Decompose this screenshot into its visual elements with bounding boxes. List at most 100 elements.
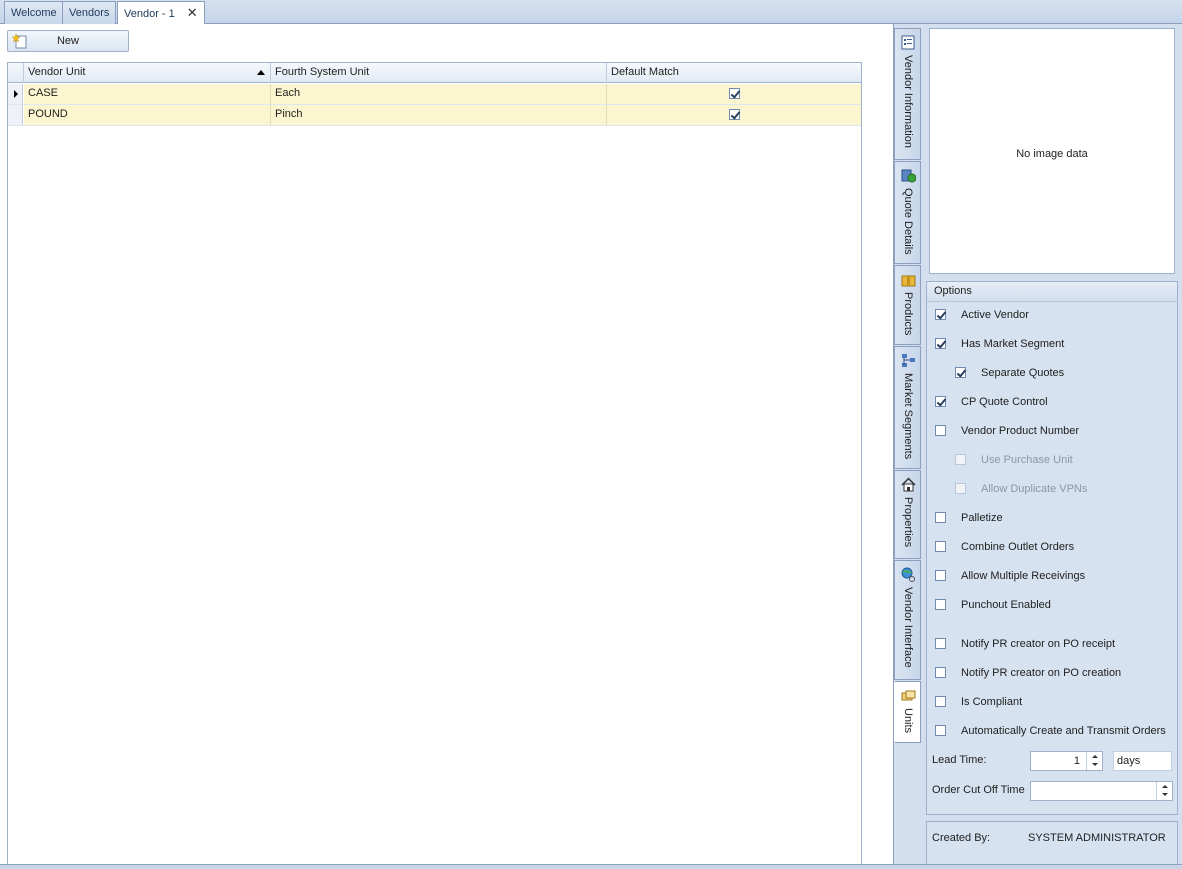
- cell-default-match[interactable]: [607, 84, 861, 104]
- punchout-enabled-checkbox[interactable]: [935, 599, 946, 610]
- option-label: Allow Multiple Receivings: [961, 570, 1086, 582]
- bottom-border: [0, 864, 1182, 869]
- lead-time-label: Lead Time:: [932, 754, 987, 766]
- box-icon: [901, 275, 916, 287]
- cell-fourth-system-unit[interactable]: Each: [271, 84, 607, 104]
- audit-group: Created By: SYSTEM ADMINISTRATOR: [926, 821, 1178, 869]
- table-row[interactable]: CASE Each: [8, 84, 861, 105]
- cell-fourth-system-unit[interactable]: Pinch: [271, 105, 607, 125]
- side-tab-label: Vendor Interface: [902, 587, 914, 668]
- option-label: Is Compliant: [961, 696, 1023, 708]
- units-icon: [901, 690, 916, 701]
- row-indicator-header: [8, 63, 24, 83]
- vendor-image[interactable]: No image data: [929, 28, 1175, 274]
- notify-pr-po-receipt-checkbox[interactable]: [935, 638, 946, 649]
- created-by-label: Created By:: [932, 832, 991, 844]
- vendor-detail-panel: No image data Options Active Vendor Has …: [922, 24, 1182, 869]
- close-tab-icon[interactable]: ✕: [187, 2, 198, 24]
- spin-down-icon[interactable]: [1092, 763, 1098, 766]
- cutoff-time-input[interactable]: [1030, 781, 1173, 801]
- lead-time-value: 1: [1073, 755, 1080, 767]
- column-header-label: Fourth System Unit: [275, 66, 370, 78]
- option-label: Automatically Create and Transmit Orders: [961, 725, 1166, 737]
- spin-up-icon[interactable]: [1162, 785, 1168, 788]
- row-indicator: [8, 105, 23, 125]
- has-market-segment-checkbox[interactable]: [935, 338, 946, 349]
- option-label: Vendor Product Number: [961, 425, 1080, 437]
- spin-up-icon[interactable]: [1092, 755, 1098, 758]
- side-tab-vendor-interface[interactable]: Vendor Interface: [894, 560, 921, 680]
- tab-vendor-1[interactable]: Vendor - 1 ✕: [117, 1, 205, 25]
- cp-quote-control-checkbox[interactable]: [935, 396, 946, 407]
- document-tab-strip: Welcome Vendors Vendor - 1 ✕: [0, 0, 1182, 25]
- option-label: Combine Outlet Orders: [961, 541, 1075, 553]
- option-label: Active Vendor: [961, 309, 1029, 321]
- spin-buttons[interactable]: [1086, 752, 1102, 770]
- side-tab-label: Products: [902, 292, 914, 336]
- side-tab-quote-details[interactable]: Quote Details: [894, 161, 921, 264]
- row-indicator: [8, 84, 23, 104]
- side-tab-units[interactable]: Units: [894, 681, 921, 743]
- option-label: Notify PR creator on PO receipt: [961, 638, 1116, 650]
- house-icon: [901, 477, 916, 492]
- side-tab-label: Units: [902, 708, 914, 734]
- cutoff-time-label: Order Cut Off Time: [932, 784, 1025, 796]
- cell-vendor-unit[interactable]: CASE: [24, 84, 271, 104]
- is-compliant-checkbox[interactable]: [935, 696, 946, 707]
- spin-down-icon[interactable]: [1162, 793, 1168, 796]
- quote-details-icon: [901, 169, 916, 183]
- auto-create-transmit-checkbox[interactable]: [935, 725, 946, 736]
- new-button[interactable]: New: [7, 30, 129, 52]
- side-tab-label: Properties: [902, 497, 914, 548]
- globe-link-icon: [901, 567, 915, 582]
- column-header-vendor-unit[interactable]: Vendor Unit: [24, 63, 271, 83]
- option-label: Allow Duplicate VPNs: [981, 483, 1088, 495]
- column-header-label: Default Match: [611, 66, 679, 78]
- combine-outlet-orders-checkbox[interactable]: [935, 541, 946, 552]
- units-panel: New Vendor Unit Fourth System Unit Defau…: [0, 24, 894, 869]
- palletize-checkbox[interactable]: [935, 512, 946, 523]
- new-button-label: New: [56, 35, 79, 47]
- side-tab-label: Vendor Information: [902, 55, 914, 148]
- cell-default-match[interactable]: [607, 105, 861, 125]
- side-tab-market-segments[interactable]: Market Segments: [894, 346, 921, 469]
- table-row[interactable]: POUND Pinch: [8, 105, 861, 126]
- tab-label: Welcome: [11, 7, 57, 19]
- document-list-icon: [901, 35, 915, 50]
- allow-multiple-receivings-checkbox[interactable]: [935, 570, 946, 581]
- lead-time-spinner[interactable]: 1: [1030, 751, 1103, 771]
- default-match-checkbox[interactable]: [729, 109, 740, 120]
- option-label: Has Market Segment: [961, 338, 1065, 350]
- side-tab-vendor-information[interactable]: Vendor Information: [894, 28, 921, 160]
- cell-vendor-unit[interactable]: POUND: [24, 105, 271, 125]
- use-purchase-unit-checkbox: [955, 454, 966, 465]
- lead-time-unit: days: [1113, 751, 1172, 771]
- options-title: Options: [927, 282, 1177, 302]
- option-label: Notify PR creator on PO creation: [961, 667, 1122, 679]
- current-row-icon: [14, 90, 18, 98]
- option-label: Separate Quotes: [981, 367, 1065, 379]
- created-by-value: SYSTEM ADMINISTRATOR: [1028, 832, 1166, 844]
- side-tab-label: Market Segments: [902, 373, 914, 460]
- tab-vendors[interactable]: Vendors: [62, 1, 117, 24]
- tab-welcome[interactable]: Welcome: [4, 1, 64, 24]
- default-match-checkbox[interactable]: [729, 88, 740, 99]
- spin-buttons[interactable]: [1156, 782, 1172, 800]
- option-label: CP Quote Control: [961, 396, 1048, 408]
- options-group: Options Active Vendor Has Market Segment…: [926, 281, 1178, 815]
- allow-duplicate-vpns-checkbox: [955, 483, 966, 494]
- vendor-product-number-checkbox[interactable]: [935, 425, 946, 436]
- side-tab-label: Quote Details: [902, 188, 914, 255]
- option-label: Use Purchase Unit: [981, 454, 1073, 466]
- option-label: Punchout Enabled: [961, 599, 1051, 611]
- separate-quotes-checkbox[interactable]: [955, 367, 966, 378]
- notify-pr-po-creation-checkbox[interactable]: [935, 667, 946, 678]
- side-tab-properties[interactable]: Properties: [894, 470, 921, 559]
- column-header-fourth-system-unit[interactable]: Fourth System Unit: [271, 63, 607, 83]
- option-label: Palletize: [961, 512, 1003, 524]
- active-vendor-checkbox[interactable]: [935, 309, 946, 320]
- column-header-default-match[interactable]: Default Match: [607, 63, 861, 83]
- tab-label: Vendor - 1: [124, 8, 175, 20]
- side-tab-products[interactable]: Products: [894, 265, 921, 345]
- sort-ascending-icon: [257, 70, 265, 75]
